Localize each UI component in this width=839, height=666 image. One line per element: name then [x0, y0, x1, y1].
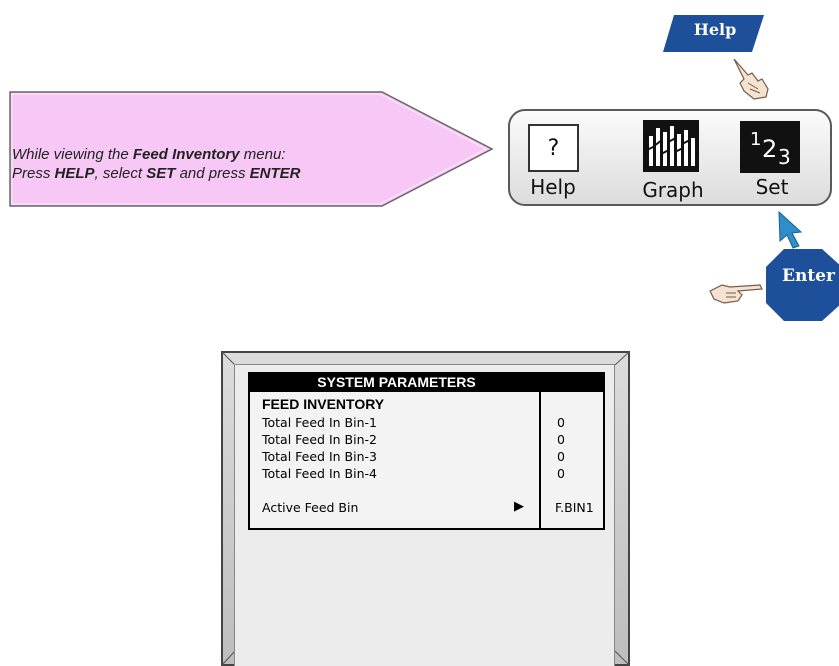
active-bin-label: Active Feed Bin	[262, 500, 359, 515]
row-value[interactable]: 0	[557, 466, 565, 482]
help-badge-label: Help	[693, 20, 737, 39]
enter-badge-label: Enter	[782, 266, 835, 286]
row-value[interactable]: 0	[557, 432, 565, 448]
set-key[interactable]: 1 2 3	[740, 121, 800, 173]
set-symbol-3: 3	[778, 145, 791, 169]
submenu-pointer-icon[interactable]: ▶	[514, 499, 524, 515]
row-label: Total Feed In Bin-4	[262, 466, 377, 481]
active-bin-value[interactable]: F.BIN1	[555, 500, 594, 516]
instruction-text: While viewing the Feed Inventory menu: P…	[12, 146, 301, 182]
row-value[interactable]: 0	[557, 415, 565, 431]
column-divider	[539, 392, 541, 530]
screen-header: SYSTEM PARAMETERS	[248, 372, 605, 392]
graph-key-label: Graph	[642, 178, 704, 202]
row-label: Total Feed In Bin-3	[262, 449, 377, 464]
help-key[interactable]: ?	[528, 124, 579, 172]
row-label: Total Feed In Bin-1	[262, 415, 377, 430]
cursor-arrow-icon	[778, 210, 803, 249]
set-key-label: Set	[755, 175, 789, 199]
help-key-label: Help	[530, 175, 576, 199]
pointing-hand-icon	[733, 58, 769, 100]
graph-key[interactable]	[643, 120, 699, 172]
row-label: Total Feed In Bin-2	[262, 432, 377, 447]
set-symbol-2: 2	[762, 135, 778, 163]
section-title: FEED INVENTORY	[262, 396, 385, 412]
row-value[interactable]: 0	[557, 449, 565, 465]
pointing-hand-icon	[709, 284, 763, 304]
set-symbol-1: 1	[750, 129, 762, 150]
graph-icon	[645, 124, 697, 168]
